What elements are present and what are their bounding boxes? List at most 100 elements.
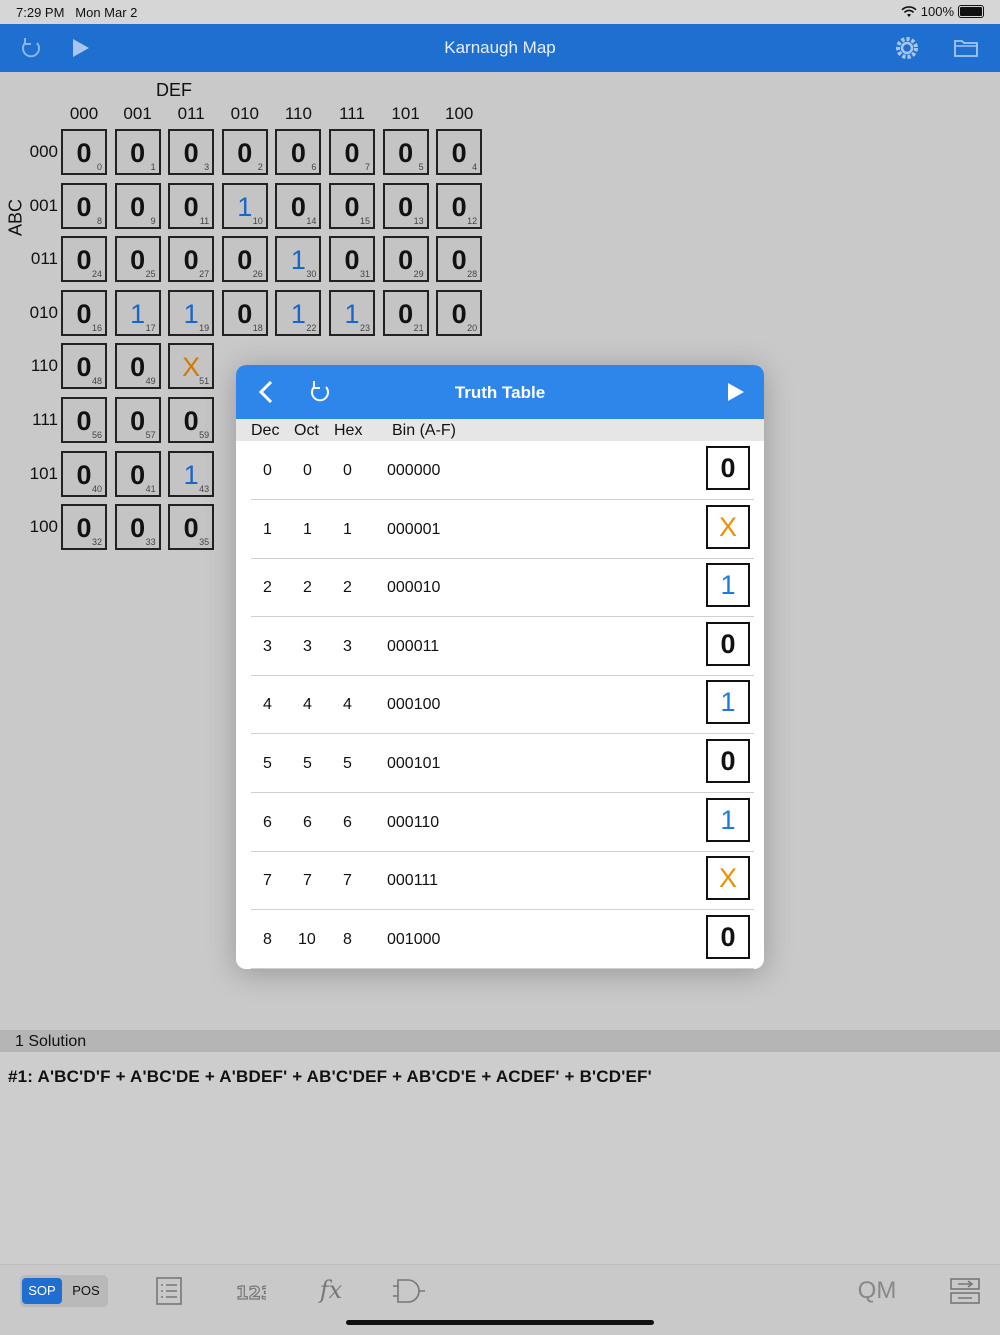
table-row: 8 10 8 001000 0 bbox=[251, 910, 754, 969]
folder-icon[interactable] bbox=[951, 34, 981, 62]
output-value-button[interactable]: X bbox=[706, 856, 750, 901]
kmap-cell[interactable]: 01 bbox=[114, 129, 161, 175]
output-value-button[interactable]: 1 bbox=[706, 797, 750, 842]
output-value-button[interactable]: 0 bbox=[706, 739, 750, 783]
table-row: 2 2 2 000010 1 bbox=[251, 558, 754, 618]
kmap-cell[interactable]: 0 40 bbox=[61, 450, 107, 497]
kmap-cell[interactable]: 0 27 bbox=[168, 236, 215, 283]
kmap-cell[interactable]: 0 11 bbox=[168, 182, 215, 229]
cell-index: 32 bbox=[91, 537, 102, 548]
kmap-cell[interactable]: 0 14 bbox=[275, 182, 322, 229]
kmap-cell[interactable]: 0 24 bbox=[61, 236, 107, 283]
solution-panel: #1: A'BC'D'F + A'BC'DE + A'BDEF' + AB'C'… bbox=[0, 1052, 1000, 1264]
cell-hex: 0 bbox=[343, 462, 352, 479]
kmap-cell[interactable]: 0 21 bbox=[382, 289, 429, 336]
kmap-cell[interactable]: 04 bbox=[436, 129, 483, 175]
kmap-cell[interactable]: 1 23 bbox=[329, 289, 375, 336]
kmap-cell[interactable]: 0 16 bbox=[61, 289, 107, 336]
kmap-cell[interactable]: 05 bbox=[382, 129, 429, 175]
kmap-cell[interactable]: 03 bbox=[168, 129, 215, 175]
kmap-cell[interactable]: 0 26 bbox=[221, 236, 268, 283]
kmap-cell[interactable]: 09 bbox=[114, 182, 161, 229]
kmap-cell[interactable]: 0 48 bbox=[61, 343, 107, 390]
solution-expression[interactable]: #1: A'BC'D'F + A'BC'DE + A'BDEF' + AB'C'… bbox=[8, 1067, 652, 1087]
output-value-button[interactable]: 0 bbox=[706, 621, 750, 666]
kmap-cell[interactable]: 1 22 bbox=[275, 289, 322, 336]
sop-pos-segmented-control: SOP POS bbox=[20, 1275, 108, 1307]
cell-index: 13 bbox=[413, 215, 424, 226]
play-icon[interactable] bbox=[720, 377, 750, 407]
kmap-cell[interactable]: 0 57 bbox=[114, 397, 161, 443]
kmap-cell[interactable]: 07 bbox=[329, 129, 375, 175]
cell-index: 17 bbox=[145, 322, 156, 333]
cell-index: 12 bbox=[467, 215, 478, 226]
circuit-options-icon[interactable] bbox=[948, 1275, 982, 1307]
output-value-button[interactable]: X bbox=[706, 504, 750, 549]
numbers-icon[interactable]: 123 bbox=[232, 1275, 266, 1307]
kmap-cell[interactable]: 0 33 bbox=[114, 504, 161, 551]
kmap-cell[interactable]: 0 56 bbox=[61, 397, 107, 443]
sop-segment[interactable]: SOP bbox=[22, 1278, 62, 1304]
kmap-cell[interactable]: 0 20 bbox=[436, 289, 483, 336]
row-label: 111 bbox=[32, 410, 58, 429]
kmap-cell[interactable]: 0 59 bbox=[168, 397, 215, 443]
kmap-cell[interactable]: 0 25 bbox=[114, 236, 161, 283]
cell-index: 6 bbox=[311, 162, 317, 172]
kmap-cell[interactable]: 00 bbox=[61, 129, 107, 175]
kmap-cell[interactable]: 1 17 bbox=[114, 289, 161, 336]
cell-dec: 5 bbox=[263, 755, 272, 772]
output-value-button[interactable]: 1 bbox=[706, 680, 750, 725]
kmap-cell[interactable]: 0 29 bbox=[382, 236, 429, 283]
kmap-cell[interactable]: 0 18 bbox=[221, 289, 268, 336]
cell-index: 20 bbox=[467, 322, 478, 333]
kmap-cell[interactable]: 0 35 bbox=[168, 504, 215, 551]
cell-dec: 4 bbox=[263, 696, 272, 714]
kmap-cell[interactable]: 0 13 bbox=[382, 182, 429, 229]
cell-oct: 2 bbox=[303, 579, 312, 597]
kmap-cell[interactable]: 0 12 bbox=[436, 182, 483, 229]
kmap-cell[interactable]: X 51 bbox=[168, 343, 215, 390]
pos-segment[interactable]: POS bbox=[66, 1278, 106, 1304]
cell-oct: 4 bbox=[303, 696, 312, 714]
kmap-cell[interactable]: 1 10 bbox=[221, 182, 268, 229]
row-label: 011 bbox=[30, 249, 58, 269]
kmap-cell[interactable]: 1 43 bbox=[168, 450, 215, 497]
quine-mccluskey-button[interactable]: QM bbox=[852, 1275, 902, 1307]
kmap-cell[interactable]: 08 bbox=[61, 182, 107, 229]
cell-hex: 1 bbox=[343, 520, 352, 538]
truth-table-list-icon[interactable] bbox=[152, 1275, 186, 1307]
cell-index: 18 bbox=[252, 322, 263, 333]
cell-index: 3 bbox=[204, 162, 210, 172]
kmap-cell[interactable]: 06 bbox=[275, 129, 322, 175]
cell-bin: 000001 bbox=[387, 520, 441, 538]
cell-index: 2 bbox=[257, 162, 263, 172]
settings-gear-icon[interactable] bbox=[892, 34, 922, 62]
output-value-button[interactable]: 1 bbox=[706, 563, 750, 608]
logic-gate-icon[interactable] bbox=[392, 1275, 426, 1307]
kmap-cell[interactable]: 1 30 bbox=[275, 236, 322, 283]
kmap-cell[interactable]: 0 28 bbox=[436, 236, 483, 283]
cell-index: 48 bbox=[91, 376, 102, 387]
cell-index: 33 bbox=[145, 537, 156, 548]
output-value-button[interactable]: 0 bbox=[706, 914, 750, 959]
kmap-cell[interactable]: 0 15 bbox=[329, 182, 375, 229]
cell-index: 0 bbox=[96, 162, 102, 172]
function-fx-icon[interactable]: fx bbox=[314, 1275, 348, 1307]
output-value-button[interactable]: 0 bbox=[706, 446, 750, 490]
kmap-cell[interactable]: 1 19 bbox=[168, 289, 215, 336]
cell-bin: 000101 bbox=[387, 755, 441, 772]
kmap-cell[interactable]: 02 bbox=[221, 129, 268, 175]
row-label: 110 bbox=[30, 356, 58, 376]
kmap-cell[interactable]: 0 41 bbox=[114, 450, 161, 497]
cell-dec: 8 bbox=[263, 930, 272, 948]
cell-oct: 1 bbox=[303, 520, 312, 538]
page-title: Karnaugh Map bbox=[444, 38, 556, 57]
cell-index: 56 bbox=[91, 430, 102, 440]
table-row: 0 0 0 000000 0 bbox=[251, 441, 754, 500]
kmap-cell[interactable]: 0 32 bbox=[61, 504, 107, 551]
cell-index: 19 bbox=[199, 322, 210, 333]
kmap-cell[interactable]: 0 31 bbox=[329, 236, 375, 283]
table-row: 5 5 5 000101 0 bbox=[251, 734, 754, 793]
kmap-cell[interactable]: 0 49 bbox=[114, 343, 161, 390]
table-row: 7 7 7 000111 X bbox=[251, 851, 754, 911]
